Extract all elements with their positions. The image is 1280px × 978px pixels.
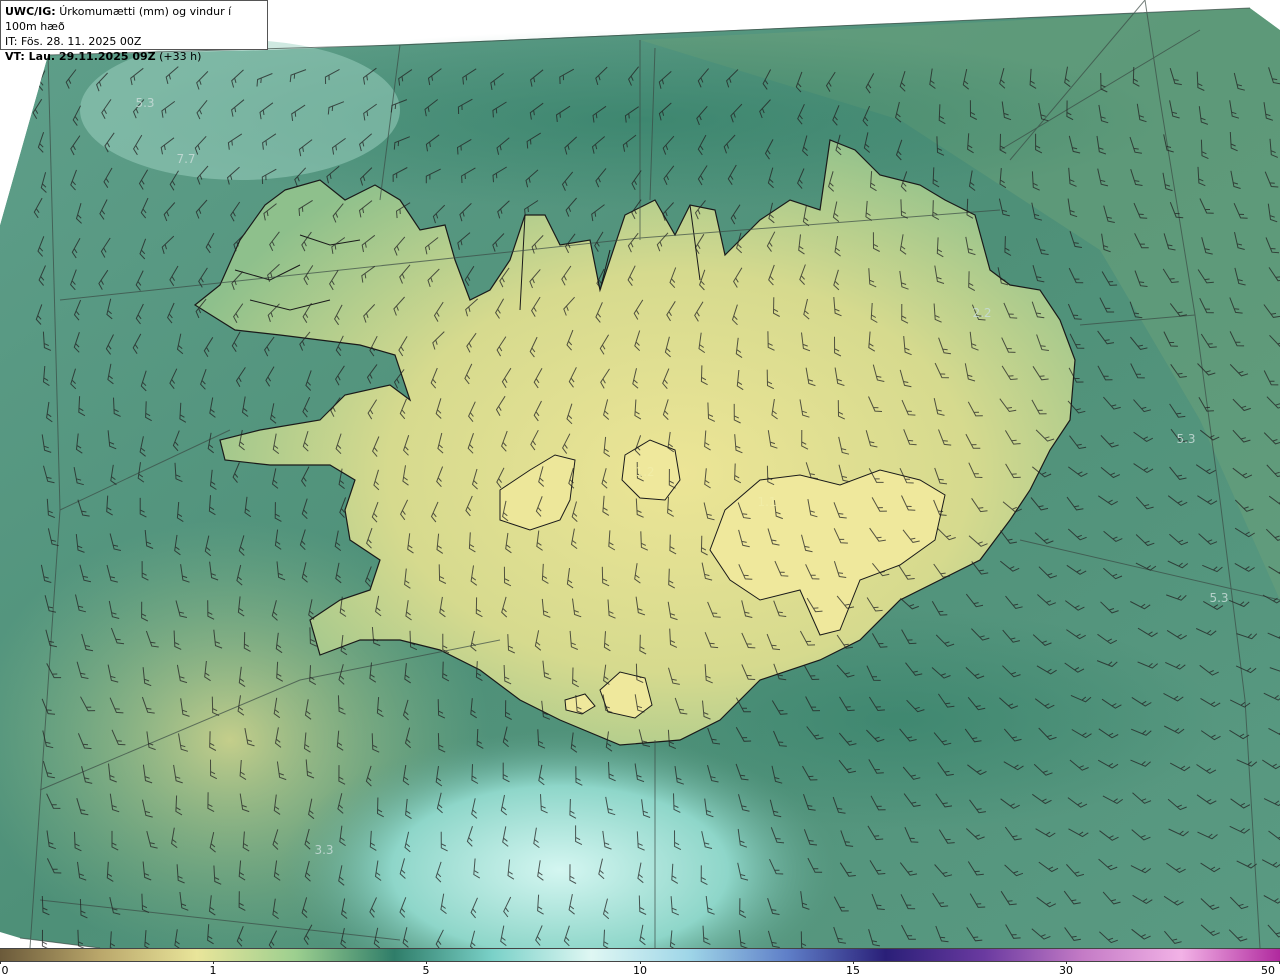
- contour-label: 1.1: [757, 495, 777, 509]
- colorbar-tick: 0: [1, 964, 9, 977]
- colorbar-tick: 30: [1059, 964, 1073, 977]
- colorbar-tick: 15: [846, 964, 860, 977]
- valid-time: VT: Lau. 29.11.2025 09Z: [5, 50, 156, 63]
- contour-label: 5.3: [1209, 591, 1229, 605]
- colorbar-strip: [0, 948, 1280, 962]
- valid-time-line: VT: Lau. 29.11.2025 09Z (+33 h): [5, 49, 263, 64]
- colorbar-tick: 50: [1261, 964, 1275, 977]
- contour-label: 3.3: [314, 843, 334, 857]
- colorbar-tick: 1: [209, 964, 217, 977]
- contour-label: 2.2: [972, 306, 992, 320]
- title-line: UWC/IG: Úrkomumætti (mm) og vindur í 100…: [5, 4, 263, 34]
- colorbar-tick: 10: [633, 964, 647, 977]
- contour-label: 1.2: [635, 465, 655, 479]
- contour-label: 7.7: [176, 152, 196, 166]
- product-code: UWC/IG:: [5, 5, 56, 18]
- contour-label: 5.3: [1176, 432, 1196, 446]
- colorbar: 0 1 5 10 15 30 50: [0, 948, 1280, 978]
- map-title-box: UWC/IG: Úrkomumætti (mm) og vindur í 100…: [0, 0, 268, 63]
- init-time: IT: Fös. 28. 11. 2025 00Z: [5, 35, 142, 48]
- contour-label: 5.3: [135, 96, 155, 110]
- forecast-hour: (+33 h): [159, 50, 202, 63]
- colorbar-tick: 5: [422, 964, 430, 977]
